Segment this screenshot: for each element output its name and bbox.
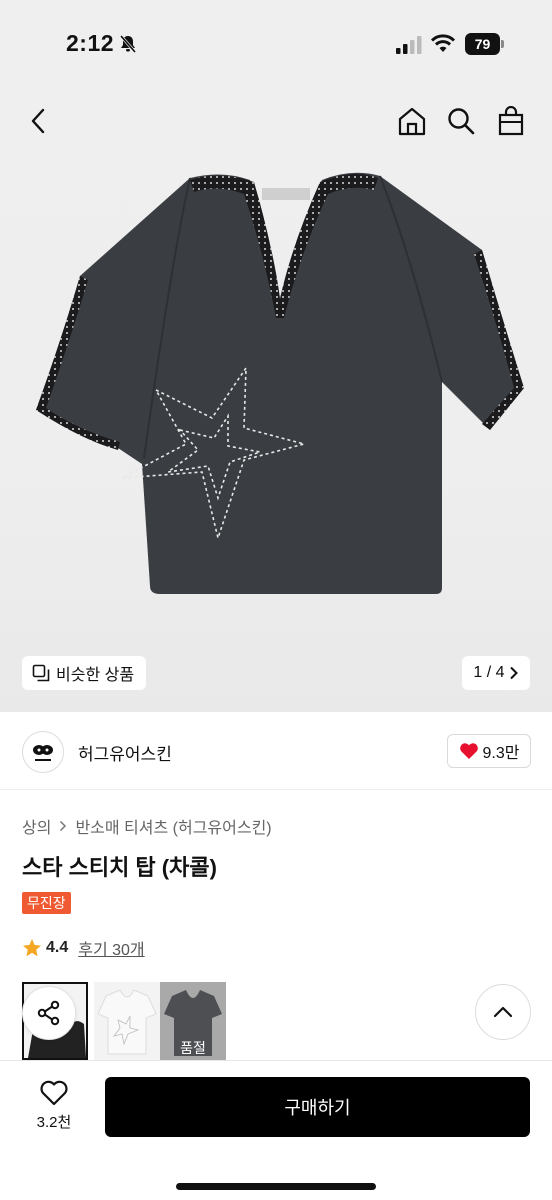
similar-products-button[interactable]: 비슷한 상품 (22, 656, 147, 690)
wish-button[interactable]: 3.2천 (24, 1079, 84, 1143)
star-icon (23, 939, 41, 957)
thumb-white-image (97, 989, 157, 1055)
heart-outline-icon (40, 1080, 68, 1106)
chevron-right-icon (60, 820, 67, 832)
color-option-white[interactable] (94, 982, 160, 1060)
bottom-action-bar: 3.2천 구매하기 (0, 1060, 552, 1200)
status-bar: 2:12 79 (0, 0, 552, 90)
rating-row: 4.4 후기 30개 (22, 936, 145, 960)
breadcrumb: 상의 반소매 티셔츠 (허그유어스킨) (22, 814, 272, 838)
image-counter: 1 / 4 (473, 664, 505, 681)
buy-button[interactable]: 구매하기 (105, 1077, 530, 1137)
back-icon (31, 108, 45, 134)
product-gallery[interactable]: 비슷한 상품 1 / 4 (0, 90, 552, 712)
top-nav (0, 90, 552, 154)
brand-logo[interactable] (22, 731, 64, 773)
bag-icon (498, 106, 524, 136)
status-time: 2:12 (66, 30, 115, 56)
brand-row[interactable]: 허그유어스킨 9.3만 (0, 712, 552, 790)
search-icon (448, 108, 475, 135)
battery-indicator: 79 (465, 33, 505, 55)
chevron-right-icon (509, 666, 518, 680)
color-option-gray-soldout[interactable]: 품절 (160, 982, 226, 1060)
delivery-badge: 무진장 (22, 892, 71, 914)
signal-icon (396, 36, 422, 54)
heart-icon (459, 743, 478, 759)
rating-value: 4.4 (46, 939, 69, 956)
search-button[interactable] (441, 101, 481, 141)
similar-icon (32, 664, 50, 682)
home-button[interactable] (392, 101, 432, 141)
bell-muted-icon (119, 35, 137, 53)
product-title: 스타 스티치 탑 (차콜) (22, 855, 217, 880)
home-icon (398, 107, 426, 136)
share-icon (37, 1000, 60, 1026)
share-button[interactable] (22, 986, 76, 1040)
brand-logo-mark (33, 745, 53, 761)
home-indicator (176, 1183, 376, 1190)
wifi-icon (430, 34, 456, 52)
product-image (36, 172, 524, 595)
similar-products-label: 비슷한 상품 (56, 667, 135, 684)
breadcrumb-subcategory[interactable]: 반소매 티셔츠 (허그유어스킨) (75, 814, 271, 838)
brand-like-count: 9.3만 (482, 745, 520, 762)
image-counter-button[interactable]: 1 / 4 (462, 656, 530, 690)
brand-like-button[interactable]: 9.3만 (447, 734, 531, 768)
cart-button[interactable] (491, 101, 531, 141)
review-link[interactable]: 후기 30개 (78, 936, 144, 960)
battery-level: 79 (465, 33, 500, 55)
brand-name[interactable]: 허그유어스킨 (78, 740, 172, 765)
soldout-label: 품절 (180, 1040, 206, 1056)
scroll-top-button[interactable] (475, 984, 531, 1040)
chevron-up-icon (493, 1006, 513, 1018)
wish-count: 3.2천 (36, 1114, 72, 1131)
back-button[interactable] (18, 101, 58, 141)
breadcrumb-category[interactable]: 상의 (22, 814, 51, 838)
